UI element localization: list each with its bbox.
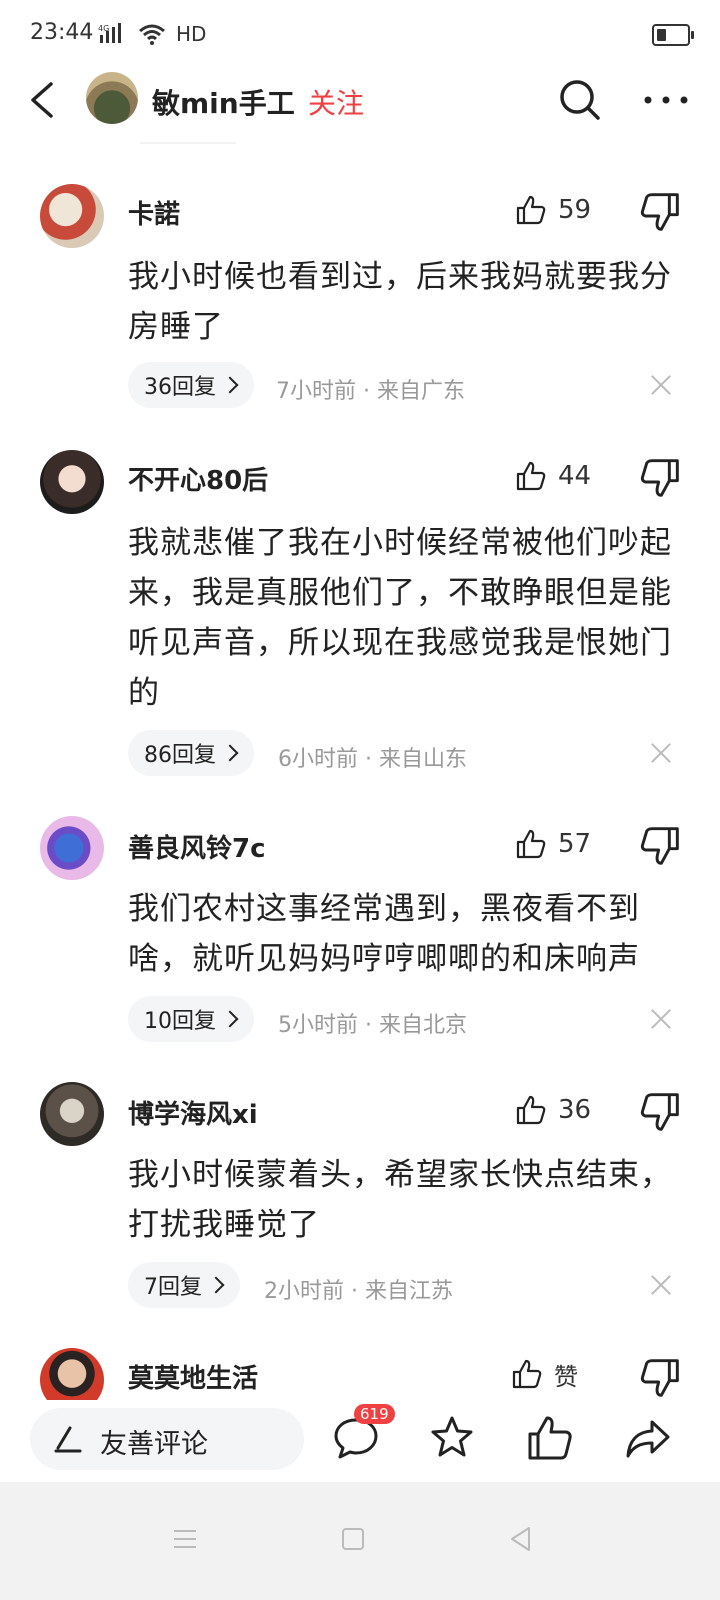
author-avatar[interactable] <box>86 72 138 124</box>
comment-text: 我就悲催了我在小时候经常被他们吵起 来，我是真服他们了，不敢睁眼但是能 听见声音，… <box>128 525 672 711</box>
like-count: 44 <box>558 461 592 491</box>
divider <box>140 142 236 144</box>
user-avatar[interactable] <box>40 1348 104 1400</box>
like-count: 36 <box>558 1095 592 1125</box>
replies-button[interactable]: 7回复 <box>128 1262 240 1308</box>
chevron-right-icon <box>221 1010 239 1028</box>
thumbs-down-icon[interactable] <box>640 458 680 498</box>
thumbs-up-icon <box>512 1359 542 1389</box>
comment-meta: 7小时前 · 来自广东 <box>276 379 465 404</box>
comment-input[interactable]: 友善评论 <box>30 1408 304 1470</box>
top-bar: 敏min手工 关注 <box>0 70 720 130</box>
comment-meta: 5小时前 · 来自北京 <box>278 1013 467 1038</box>
comment-text: 我小时候也看到过，后来我妈就要我分 房睡了 <box>128 259 672 345</box>
user-avatar[interactable] <box>40 1082 104 1146</box>
wifi-icon <box>139 24 165 45</box>
pen-icon <box>54 1426 82 1453</box>
like-count: 赞 <box>554 1362 578 1391</box>
bottom-action-bar: 友善评论 619 <box>0 1400 720 1482</box>
status-bar: 23:44 4G HD <box>0 0 720 70</box>
hd-indicator: HD <box>176 22 207 46</box>
search-icon[interactable] <box>556 76 604 124</box>
close-icon[interactable] <box>650 742 672 764</box>
like-button[interactable]: 36 <box>516 1090 591 1130</box>
close-icon[interactable] <box>650 374 672 396</box>
like-button[interactable]: 57 <box>516 824 591 864</box>
comment-text: 我小时候蒙着头，希望家长快点结束， 打扰我睡觉了 <box>128 1157 672 1243</box>
chevron-right-icon <box>221 744 239 762</box>
comment-text: 我们农村这事经常遇到，黑夜看不到 啥，就听见妈妈哼哼唧唧的和床响声 <box>128 891 640 977</box>
back-triangle-icon[interactable] <box>506 1524 536 1554</box>
replies-button[interactable]: 10回复 <box>128 996 254 1042</box>
like-count: 57 <box>558 829 592 859</box>
close-icon[interactable] <box>650 1008 672 1030</box>
follow-button[interactable]: 关注 <box>308 82 364 122</box>
like-button[interactable]: 44 <box>516 456 591 496</box>
system-nav-bar <box>0 1482 720 1600</box>
thumbs-up-icon <box>516 1095 546 1125</box>
replies-button[interactable]: 36回复 <box>128 362 254 408</box>
signal-icon: 4G <box>98 23 121 43</box>
back-button[interactable] <box>20 76 64 124</box>
star-icon[interactable] <box>428 1414 476 1462</box>
status-time: 23:44 <box>30 20 94 45</box>
comment-item: 莫莫地生活 赞 <box>0 1346 720 1400</box>
chevron-right-icon <box>221 376 239 394</box>
thumbs-down-icon[interactable] <box>640 192 680 232</box>
author-name[interactable]: 敏min手工 <box>152 82 295 122</box>
battery-icon <box>652 24 694 46</box>
comment-meta: 6小时前 · 来自山东 <box>278 747 467 772</box>
thumbs-down-icon[interactable] <box>640 826 680 866</box>
thumbs-up-icon <box>516 195 546 225</box>
comment-meta: 2小时前 · 来自江苏 <box>264 1279 453 1304</box>
comment-username[interactable]: 卡諾 <box>128 194 180 231</box>
like-button[interactable]: 赞 <box>512 1354 578 1394</box>
home-icon[interactable] <box>338 1524 368 1554</box>
thumbs-down-icon[interactable] <box>640 1092 680 1132</box>
chevron-left-icon <box>31 82 53 118</box>
thumbs-up-icon <box>516 829 546 859</box>
like-button[interactable]: 59 <box>516 190 591 230</box>
comment-input-placeholder: 友善评论 <box>100 1429 208 1460</box>
user-avatar[interactable] <box>40 184 104 248</box>
comment-username[interactable]: 善良风铃7c <box>128 828 266 865</box>
menu-icon[interactable] <box>170 1524 200 1554</box>
status-network: 4G HD <box>98 22 206 46</box>
share-icon[interactable] <box>624 1414 672 1462</box>
replies-button[interactable]: 86回复 <box>128 730 254 776</box>
user-avatar[interactable] <box>40 450 104 514</box>
comment-username[interactable]: 不开心80后 <box>128 460 268 497</box>
comment-username[interactable]: 博学海风xi <box>128 1094 258 1131</box>
more-icon[interactable] <box>642 76 690 124</box>
like-count: 59 <box>558 195 592 225</box>
user-avatar[interactable] <box>40 816 104 880</box>
thumbs-up-icon <box>516 461 546 491</box>
thumbs-down-icon[interactable] <box>640 1358 680 1398</box>
like-icon[interactable] <box>526 1414 574 1462</box>
comment-count-badge: 619 <box>354 1404 395 1424</box>
comment-username[interactable]: 莫莫地生活 <box>128 1358 258 1395</box>
chevron-right-icon <box>207 1276 225 1294</box>
close-icon[interactable] <box>650 1274 672 1296</box>
